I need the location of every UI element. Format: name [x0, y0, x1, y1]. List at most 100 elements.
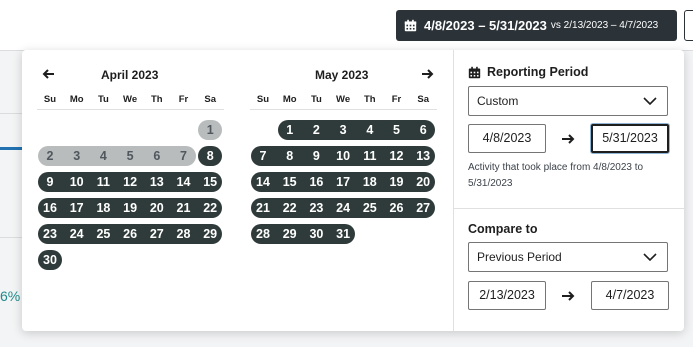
weekday-label: Mo [282, 94, 297, 105]
calendar-day[interactable]: 9 [305, 146, 327, 166]
calendar-day[interactable]: 16 [39, 198, 61, 218]
calendar-day[interactable]: 7 [173, 146, 195, 166]
calendar-day[interactable]: 26 [386, 198, 408, 218]
calendar-day[interactable]: 5 [119, 146, 141, 166]
panel-divider [453, 50, 454, 331]
calendar-day[interactable]: 25 [92, 224, 114, 244]
calendar-day[interactable]: 12 [386, 146, 408, 166]
weekday-label: Th [363, 94, 376, 105]
calendar-day[interactable]: 21 [173, 198, 195, 218]
calendar-day[interactable]: 12 [119, 172, 141, 192]
calendar-day[interactable]: 28 [252, 224, 274, 244]
calendar-icon [468, 66, 481, 79]
calendar-day[interactable]: 23 [305, 198, 327, 218]
calendar-day[interactable]: 28 [173, 224, 195, 244]
calendar-day[interactable]: 13 [146, 172, 168, 192]
calendar-day[interactable]: 16 [305, 172, 327, 192]
weekday-label: Su [256, 94, 270, 105]
calendar-day[interactable]: 19 [386, 172, 408, 192]
calendar-day[interactable]: 31 [332, 224, 354, 244]
weekday-divider [37, 109, 224, 110]
date-range-label: 4/8/2023 – 5/31/2023 [424, 18, 547, 33]
calendar-day[interactable]: 1 [279, 120, 301, 140]
calendar-day[interactable]: 18 [359, 172, 381, 192]
calendar-day[interactable]: 18 [92, 198, 114, 218]
calendar-day[interactable]: 27 [146, 224, 168, 244]
weekday-label: Th [150, 94, 163, 105]
arrow-left-icon[interactable] [42, 67, 56, 81]
arrow-right-icon [562, 134, 575, 144]
compare-range-label: vs 2/13/2023 – 4/7/2023 [550, 20, 659, 31]
month-title-may: May 2023 [315, 68, 369, 82]
calendar-day[interactable]: 9 [39, 172, 61, 192]
calendar-day[interactable]: 17 [66, 198, 88, 218]
calendar-day[interactable]: 23 [39, 224, 61, 244]
calendar-day[interactable]: 3 [332, 120, 354, 140]
calendar-day[interactable]: 3 [66, 146, 88, 166]
calendar-day[interactable]: 24 [332, 198, 354, 218]
calendar-day[interactable]: 14 [252, 172, 274, 192]
arrow-right-icon [562, 291, 575, 301]
chevron-down-icon [643, 97, 657, 106]
weekday-label: Tu [97, 94, 109, 105]
calendar-icon [404, 19, 417, 32]
calendar-day[interactable]: 6 [146, 146, 168, 166]
background-tab-indicator [0, 147, 22, 150]
weekday-label: Tu [310, 94, 322, 105]
date-picker-popover: April 2023 May 2023 Su Mo Tu We Th Fr Sa 1 2 3 4 5 6… [22, 50, 684, 331]
calendar-day[interactable]: 10 [332, 146, 354, 166]
calendar-day[interactable]: 29 [279, 224, 301, 244]
calendar-day[interactable]: 15 [279, 172, 301, 192]
compare-start-input[interactable]: 2/13/2023 [468, 281, 546, 310]
calendar-day[interactable]: 11 [359, 146, 381, 166]
end-date-input[interactable]: 5/31/2023 [591, 124, 669, 153]
calendar-day[interactable]: 20 [146, 198, 168, 218]
calendar-day[interactable]: 22 [199, 198, 221, 218]
compare-value: Previous Period [477, 250, 562, 264]
weekday-label: Fr [391, 94, 402, 105]
weekday-label: Su [43, 94, 57, 105]
calendar-day[interactable]: 8 [279, 146, 301, 166]
start-date-input[interactable]: 4/8/2023 [468, 124, 546, 153]
reporting-period-title: Reporting Period [487, 65, 589, 79]
calendar-day[interactable]: 11 [92, 172, 114, 192]
compare-title: Compare to [468, 222, 538, 236]
calendar-day[interactable]: 13 [412, 146, 434, 166]
calendar-day[interactable]: 8 [199, 146, 221, 166]
weekday-label: Fr [178, 94, 189, 105]
reporting-period-select[interactable]: Custom [468, 86, 668, 116]
compare-select[interactable]: Previous Period [468, 242, 668, 272]
calendar-day[interactable]: 30 [305, 224, 327, 244]
calendar-day[interactable]: 27 [412, 198, 434, 218]
arrow-right-icon[interactable] [420, 67, 434, 81]
date-range-button[interactable]: 4/8/2023 – 5/31/2023 vs 2/13/2023 – 4/7/… [396, 10, 677, 41]
calendar-day[interactable]: 10 [66, 172, 88, 192]
calendar-day[interactable]: 2 [39, 146, 61, 166]
calendar-day[interactable]: 26 [119, 224, 141, 244]
chevron-down-icon [643, 253, 657, 262]
calendar-day[interactable]: 4 [92, 146, 114, 166]
calendar-day[interactable]: 7 [252, 146, 274, 166]
calendar-day[interactable]: 2 [305, 120, 327, 140]
weekday-label: Sa [417, 94, 429, 105]
calendar-day[interactable]: 4 [359, 120, 381, 140]
secondary-button[interactable] [684, 10, 693, 41]
calendar-day[interactable]: 25 [359, 198, 381, 218]
calendar-day[interactable]: 17 [332, 172, 354, 192]
calendar-day[interactable]: 20 [412, 172, 434, 192]
calendar-day[interactable]: 22 [279, 198, 301, 218]
compare-end-input[interactable]: 4/7/2023 [591, 281, 669, 310]
reporting-period-value: Custom [477, 94, 519, 108]
section-divider [454, 208, 684, 209]
calendar-day[interactable]: 19 [119, 198, 141, 218]
weekday-label: We [123, 94, 138, 105]
calendar-day[interactable]: 5 [386, 120, 408, 140]
calendar-day[interactable]: 30 [39, 250, 61, 270]
calendar-day[interactable]: 14 [173, 172, 195, 192]
calendar-day[interactable]: 21 [252, 198, 274, 218]
calendar-day[interactable]: 15 [199, 172, 221, 192]
calendar-day[interactable]: 1 [199, 120, 221, 140]
calendar-day[interactable]: 6 [412, 120, 434, 140]
calendar-day[interactable]: 29 [199, 224, 221, 244]
calendar-day[interactable]: 24 [66, 224, 88, 244]
